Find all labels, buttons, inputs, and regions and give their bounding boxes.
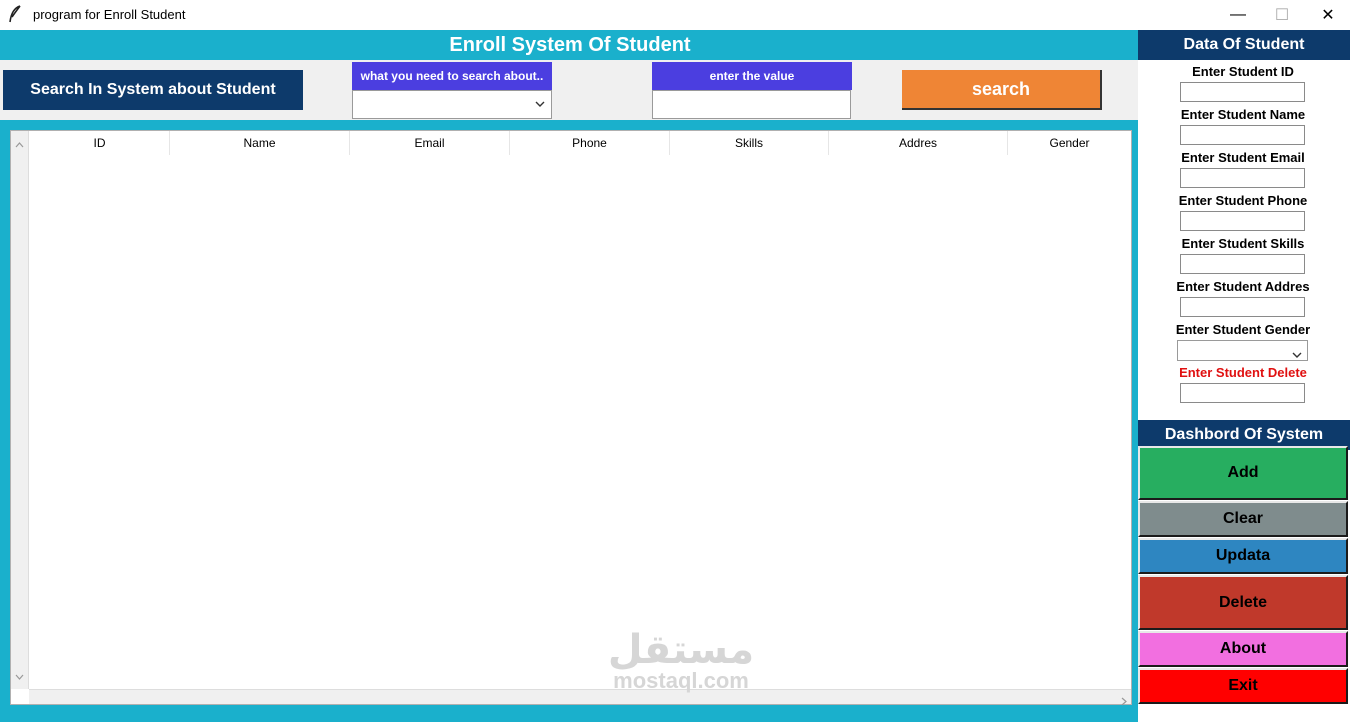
value-label: enter the value — [652, 62, 852, 90]
student-gender-label: Enter Student Gender — [1175, 322, 1311, 337]
minimize-button[interactable]: — — [1215, 0, 1261, 30]
add-button[interactable]: Add — [1138, 446, 1348, 500]
feather-icon — [8, 5, 24, 23]
scroll-up-icon[interactable] — [15, 135, 24, 153]
vertical-scrollbar[interactable] — [11, 131, 29, 689]
student-addres-input[interactable] — [1180, 297, 1305, 317]
student-name-label: Enter Student Name — [1180, 107, 1306, 122]
watermark: مستقل mostaql.com — [596, 628, 766, 692]
search-value-input[interactable] — [652, 90, 851, 119]
window-titlebar: program for Enroll Student — ☐ ✕ — [0, 0, 1354, 30]
column-header-name[interactable]: Name — [170, 131, 350, 155]
student-name-input[interactable] — [1180, 125, 1305, 145]
column-header-phone[interactable]: Phone — [510, 131, 670, 155]
scroll-right-icon[interactable] — [1121, 693, 1127, 711]
search-button[interactable]: search — [902, 70, 1102, 110]
student-gender-select[interactable] — [1177, 340, 1308, 361]
minimize-icon: — — [1230, 6, 1246, 23]
column-header-email[interactable]: Email — [350, 131, 510, 155]
student-id-label: Enter Student ID — [1192, 64, 1294, 79]
close-icon: ✕ — [1321, 7, 1335, 24]
students-table[interactable] — [10, 130, 1132, 705]
maximize-button[interactable]: ☐ — [1259, 0, 1305, 30]
app-header: Enroll System Of Student — [0, 30, 1138, 60]
student-email-label: Enter Student Email — [1181, 150, 1305, 165]
page-title: Enroll System Of Student — [449, 33, 691, 56]
search-section-label: Search In System about Student — [3, 70, 303, 110]
student-addres-label: Enter Student Addres — [1176, 279, 1310, 294]
column-header-addres[interactable]: Addres — [829, 131, 1008, 155]
student-id-input[interactable] — [1180, 82, 1305, 102]
chevron-down-icon — [535, 97, 545, 111]
close-button[interactable]: ✕ — [1305, 0, 1351, 30]
chevron-down-icon — [1292, 346, 1302, 364]
student-delete-input[interactable] — [1180, 383, 1305, 403]
watermark-latin: mostaql.com — [613, 668, 749, 693]
clear-button[interactable]: Clear — [1138, 501, 1348, 537]
search-field-label: what you need to search about.. — [352, 62, 552, 90]
student-phone-input[interactable] — [1180, 211, 1305, 231]
column-header-gender[interactable]: Gender — [1008, 131, 1131, 155]
horizontal-scrollbar[interactable] — [29, 689, 1131, 706]
student-skills-input[interactable] — [1180, 254, 1305, 274]
student-skills-label: Enter Student Skills — [1181, 236, 1305, 251]
exit-button[interactable]: Exit — [1138, 668, 1348, 704]
about-button[interactable]: About — [1138, 631, 1348, 667]
student-email-input[interactable] — [1180, 168, 1305, 188]
update-button[interactable]: Updata — [1138, 538, 1348, 574]
student-delete-label: Enter Student Delete — [1179, 365, 1307, 380]
student-phone-label: Enter Student Phone — [1178, 193, 1308, 208]
watermark-arabic: مستقل — [607, 627, 755, 673]
column-header-id[interactable]: ID — [30, 131, 170, 155]
delete-button[interactable]: Delete — [1138, 575, 1348, 630]
maximize-icon: ☐ — [1274, 7, 1290, 24]
data-panel-title: Data Of Student — [1138, 30, 1350, 60]
column-header-skills[interactable]: Skills — [670, 131, 829, 155]
window-title: program for Enroll Student — [33, 7, 186, 22]
scroll-down-icon[interactable] — [15, 667, 24, 685]
search-field-select[interactable] — [352, 90, 552, 119]
